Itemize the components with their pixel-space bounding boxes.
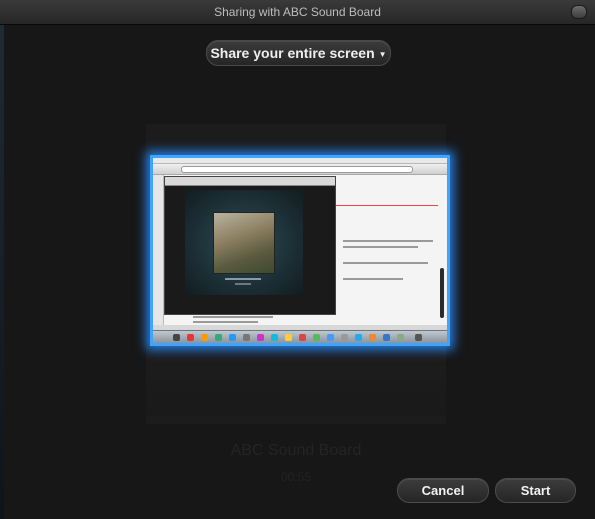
dock-icon (257, 334, 264, 341)
dock-icon (271, 334, 278, 341)
preview-sidebar (153, 175, 164, 325)
dock-icon (355, 334, 362, 341)
share-mode-dropdown[interactable]: Share your entire screen ▼ (206, 40, 391, 66)
dock-icon (415, 334, 422, 341)
dock-icon (285, 334, 292, 341)
dock-icon (299, 334, 306, 341)
preview-player-toolbar (165, 177, 335, 186)
dock-icon (397, 334, 404, 341)
dock-icon (383, 334, 390, 341)
dock-icon (243, 334, 250, 341)
share-dialog-window: Sharing with ABC Sound Board Share your … (0, 0, 595, 519)
preview-album-art (213, 212, 275, 274)
preview-dock (153, 330, 447, 343)
preview-text-line (193, 316, 273, 318)
screen-preview-thumbnail[interactable] (150, 155, 450, 346)
preview-scrollbar (440, 268, 444, 318)
preview-text-line (343, 246, 418, 248)
title-bar: Sharing with ABC Sound Board (0, 0, 595, 25)
dock-icon (341, 334, 348, 341)
dock-icon (369, 334, 376, 341)
preview-player-window (164, 176, 336, 315)
dock-icon (327, 334, 334, 341)
preview-text-line (193, 321, 258, 323)
background-content-band (146, 340, 446, 416)
dock-icon (201, 334, 208, 341)
dock-icon (173, 334, 180, 341)
preview-text-line (343, 278, 403, 280)
preview-track-caption (235, 283, 251, 285)
share-mode-label: Share your entire screen (210, 45, 375, 61)
start-button[interactable]: Start (495, 478, 576, 503)
window-toggle-button[interactable] (571, 5, 587, 19)
preview-text-line (343, 240, 433, 242)
preview-address-bar (181, 166, 413, 173)
preview-text-line (343, 262, 428, 264)
window-title: Sharing with ABC Sound Board (214, 5, 381, 19)
dock-icon (313, 334, 320, 341)
background-board-title: ABC Sound Board (230, 442, 362, 459)
window-edge-shadow (0, 25, 4, 519)
dock-icon (187, 334, 194, 341)
preview-track-caption (225, 278, 261, 280)
preview-page-accent-line (323, 205, 438, 206)
cancel-button[interactable]: Cancel (397, 478, 489, 503)
dock-icon (215, 334, 222, 341)
dock-icon (229, 334, 236, 341)
chevron-down-icon: ▼ (378, 49, 387, 59)
